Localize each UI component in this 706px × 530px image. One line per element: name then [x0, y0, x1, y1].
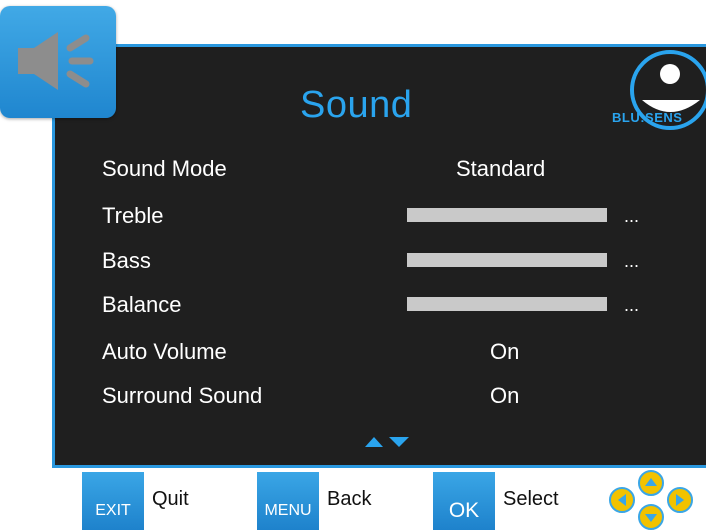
sound-mode-value[interactable]: Standard [456, 156, 545, 182]
balance-value: ... [624, 295, 640, 315]
exit-key-label: Quit [152, 488, 189, 510]
scroll-arrows-icon[interactable] [365, 435, 411, 449]
menu-item-bass[interactable]: Bass [102, 248, 151, 274]
sound-menu-tile [0, 6, 116, 118]
dpad-icon[interactable] [598, 470, 694, 530]
surround-sound-value[interactable]: On [490, 383, 519, 409]
bass-slider[interactable] [407, 253, 607, 267]
speaker-icon [18, 32, 94, 90]
treble-value: ... [624, 206, 640, 226]
auto-volume-value[interactable]: On [490, 339, 519, 365]
menu-key[interactable]: MENU [257, 472, 319, 530]
menu-item-balance[interactable]: Balance [102, 292, 182, 318]
ok-key[interactable]: OK [433, 472, 495, 530]
menu-item-surround-sound[interactable]: Surround Sound [102, 383, 262, 409]
menu-item-treble[interactable]: Treble [102, 203, 164, 229]
balance-slider[interactable] [407, 297, 607, 311]
menu-key-label: Back [327, 488, 372, 510]
menu-item-auto-volume[interactable]: Auto Volume [102, 339, 227, 365]
ok-key-label: Select [503, 488, 559, 510]
page-title: Sound [300, 84, 413, 126]
treble-slider[interactable] [407, 208, 607, 222]
exit-key[interactable]: EXIT [82, 472, 144, 530]
brand-name: BLU:SENS [612, 110, 683, 125]
menu-item-sound-mode[interactable]: Sound Mode [102, 156, 227, 182]
bass-value: ... [624, 251, 640, 271]
